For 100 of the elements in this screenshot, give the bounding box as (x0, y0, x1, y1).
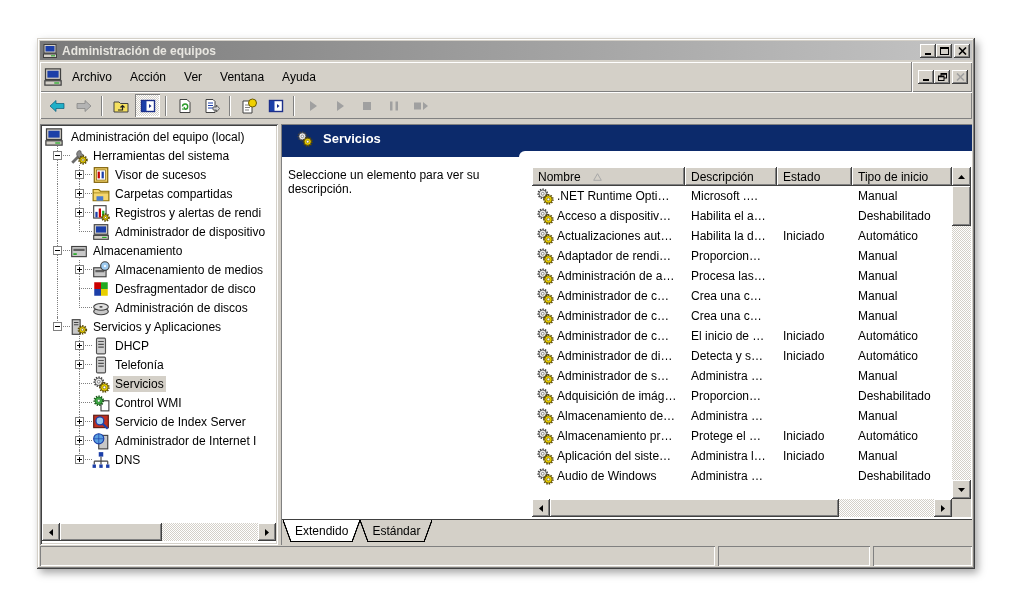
tree-item[interactable]: Carpetas compartidas (113, 185, 235, 202)
plus-square-icon[interactable] (75, 360, 84, 369)
tree-item[interactable]: Control WMI (113, 394, 184, 411)
tab[interactable]: Extendido (283, 520, 361, 542)
menu-item[interactable]: Ventana (211, 67, 274, 87)
plus-square-icon[interactable] (75, 208, 84, 217)
scroll-up-button[interactable] (952, 167, 971, 186)
tree-item[interactable]: Servicios (113, 375, 166, 392)
table-cell[interactable]: Administrador de s… (556, 368, 671, 384)
table-cell-text: Crea una c… (690, 288, 763, 305)
table-cell[interactable]: Administrador de c… (556, 308, 671, 324)
table-cell-text: Administra l… (690, 448, 767, 465)
tree-item[interactable]: Servicio de Index Server (113, 413, 248, 430)
gears-icon (536, 267, 554, 285)
plus-square-icon[interactable] (75, 189, 84, 198)
tree-item[interactable]: Visor de sucesos (113, 166, 209, 183)
table-cell[interactable]: .NET Runtime Opti… (556, 188, 671, 204)
column-header[interactable]: Descripción (685, 167, 777, 186)
scroll-right-button[interactable] (934, 499, 952, 517)
scroll-thumb[interactable] (952, 186, 971, 226)
close-button[interactable] (954, 43, 970, 58)
table-cell-text: Iniciado (782, 328, 826, 345)
table-cell-text: Manual (857, 268, 899, 285)
refresh-icon (176, 97, 193, 114)
table-cell[interactable]: Administrador de c… (556, 328, 671, 344)
table-cell[interactable]: Adquisición de imág… (556, 388, 678, 404)
tree-item[interactable]: Administrador de dispositivo (113, 223, 268, 240)
table-cell-text: Iniciado (782, 348, 826, 365)
tree-item[interactable]: Registros y alertas de rendi (113, 204, 264, 221)
computer-icon[interactable] (43, 67, 63, 87)
menu-item[interactable]: Ver (175, 67, 212, 87)
tree-item[interactable]: Almacenamiento de medios (113, 261, 266, 278)
gears-icon (536, 327, 554, 345)
gears-icon (536, 387, 554, 405)
tree-item[interactable]: Desfragmentador de disco (113, 280, 258, 297)
minimize-button[interactable] (920, 43, 936, 58)
drive-disc-icon (92, 260, 110, 279)
scroll-right-button[interactable] (258, 523, 276, 541)
tree-item[interactable]: Administración del equipo (local) (69, 128, 247, 145)
scroll-left-button[interactable] (532, 499, 550, 517)
table-cell[interactable]: Almacenamiento de… (556, 408, 677, 424)
plus-square-icon[interactable] (75, 170, 84, 179)
plus-square-icon[interactable] (75, 455, 84, 464)
table-cell-text: Automático (857, 428, 920, 445)
gears-icon (536, 367, 554, 385)
plus-square-icon[interactable] (75, 341, 84, 350)
table-cell[interactable]: Acceso a dispositiv… (556, 208, 673, 224)
tree-item[interactable]: DNS (113, 451, 143, 468)
minimize-button[interactable] (918, 70, 934, 84)
scroll-thumb[interactable] (60, 523, 162, 541)
table-cell-text: Iniciado (782, 448, 826, 465)
table-cell[interactable]: Administrador de di… (556, 348, 674, 364)
table-cell-text: Administra … (690, 468, 765, 485)
scroll-thumb[interactable] (550, 499, 839, 517)
tree-item[interactable]: Telefonía (113, 356, 166, 373)
column-header[interactable]: Estado (777, 167, 852, 186)
table-cell-text: Manual (857, 448, 899, 465)
tree-toggle-button[interactable] (135, 94, 160, 117)
table-cell[interactable]: Administrador de c… (556, 288, 671, 304)
left-arrow-icon (48, 97, 65, 114)
table-cell[interactable]: Aplicación del siste… (556, 448, 673, 464)
plus-square-icon[interactable] (75, 265, 84, 274)
maximize-button[interactable] (936, 43, 952, 58)
scroll-left-button[interactable] (42, 523, 60, 541)
column-header[interactable]: Tipo de inicio (852, 167, 952, 186)
right-arrow-icon (75, 97, 92, 114)
table-cell[interactable]: Adaptador de rendi… (556, 248, 673, 264)
table-cell[interactable]: Actualizaciones aut… (556, 228, 674, 244)
table-cell[interactable]: Almacenamiento pr… (556, 428, 674, 444)
minus-square-icon[interactable] (53, 322, 62, 331)
menu-item[interactable]: Acción (121, 67, 176, 87)
table-cell-text: Iniciado (782, 228, 826, 245)
restore-button[interactable] (934, 70, 950, 84)
table-cell-text: Procesa las… (690, 268, 767, 285)
table-cell[interactable]: Administración de a… (556, 268, 676, 284)
table-cell-text: Automático (857, 328, 920, 345)
scroll-down-button[interactable] (952, 480, 971, 499)
column-header[interactable]: Nombre (532, 167, 685, 186)
table-cell-text: Automático (857, 228, 920, 245)
gears-icon (536, 427, 554, 445)
table-cell-text: Manual (857, 188, 899, 205)
tree-item[interactable]: Herramientas del sistema (91, 147, 232, 164)
tree-item[interactable]: Administración de discos (113, 299, 250, 316)
gears-icon (536, 187, 554, 205)
tree-item[interactable]: Servicios y Aplicaciones (91, 318, 224, 335)
minimize-icon (923, 79, 929, 81)
plus-square-icon[interactable] (75, 417, 84, 426)
minus-square-icon[interactable] (53, 246, 62, 255)
tree-item[interactable]: DHCP (113, 337, 151, 354)
description-text: Seleccione un elemento para ver su descripción. (288, 168, 481, 196)
menu-item[interactable]: Ayuda (273, 67, 325, 87)
tree-item[interactable]: Administrador de Internet I (113, 432, 259, 449)
menu-item[interactable]: Archivo (63, 67, 121, 87)
server-gear-icon (70, 317, 88, 336)
plus-square-icon[interactable] (75, 436, 84, 445)
tree-item[interactable]: Almacenamiento (91, 242, 185, 259)
tab[interactable]: Estándar (360, 520, 433, 542)
network-icon (92, 450, 110, 469)
minus-square-icon[interactable] (53, 151, 62, 160)
table-cell[interactable]: Audio de Windows (556, 468, 658, 484)
